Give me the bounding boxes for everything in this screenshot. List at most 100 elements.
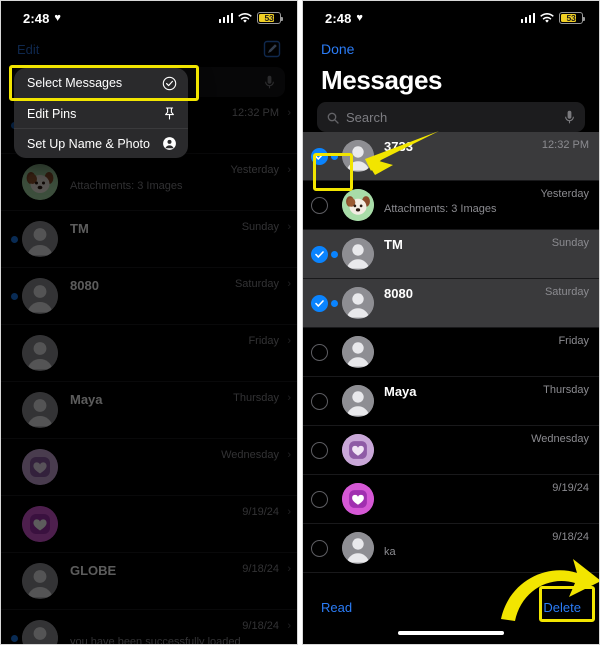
- status-bar-left-group: 2:48 ♥: [325, 11, 363, 26]
- right-nav-row: Done: [303, 35, 599, 63]
- chevron-right-icon: ›: [287, 107, 291, 119]
- left-rows-container: 12:32 PM › Attachments: 3 Images Yesterday ›…: [1, 97, 297, 644]
- row-body: ka 9/18/24: [374, 524, 599, 572]
- avatar: [342, 336, 374, 368]
- right-conversation-row[interactable]: Wednesday: [303, 426, 599, 475]
- conversation-title: 8080: [70, 278, 99, 293]
- conversation-timestamp: Wednesday: [221, 449, 279, 461]
- conversation-timestamp: 9/19/24: [242, 506, 279, 518]
- delete-button[interactable]: Delete: [543, 600, 581, 615]
- right-conversation-row[interactable]: Attachments: 3 Images Yesterday: [303, 181, 599, 230]
- left-nav-row: Edit: [1, 35, 297, 63]
- conversation-title: TM: [70, 221, 89, 236]
- conversation-timestamp: Friday: [248, 335, 279, 347]
- unread-dot: [331, 250, 338, 258]
- battery-low-power-icon: 53: [257, 12, 283, 24]
- checkbox-unchecked[interactable]: [311, 490, 328, 508]
- conversation-title: TM: [384, 237, 403, 252]
- left-conversation-row[interactable]: Attachments: 3 Images Yesterday ›: [1, 154, 297, 211]
- unread-dot: [11, 292, 18, 300]
- microphone-icon[interactable]: [264, 75, 275, 90]
- conversation-timestamp: Saturday: [234, 278, 279, 290]
- clock-time: 2:48: [325, 10, 352, 26]
- unread-dot: [331, 152, 338, 160]
- left-conversation-row[interactable]: TM Sunday ›: [1, 211, 297, 268]
- screenshot-stage: 2:48 ♥ 53 Edit 12:32 PM › Attachments: 3…: [0, 0, 600, 645]
- menu-item-edit-pins[interactable]: Edit Pins: [14, 98, 188, 128]
- right-rows-container: 3733 12:32 PM Attachments: 3 Images Yesterd…: [303, 132, 599, 573]
- unread-dot: [11, 235, 18, 243]
- left-conversation-row[interactable]: 8080 Saturday ›: [1, 268, 297, 325]
- conversation-title: 8080: [384, 286, 413, 301]
- avatar: [342, 532, 374, 564]
- avatar: [22, 620, 58, 644]
- right-conversation-row[interactable]: ka 9/18/24: [303, 524, 599, 573]
- right-conversation-row[interactable]: 3733 12:32 PM: [303, 132, 599, 181]
- chevron-right-icon: ›: [287, 335, 291, 347]
- chevron-right-icon: ›: [287, 164, 291, 176]
- avatar: [22, 164, 58, 200]
- status-bar-left: 2:48 ♥ 53: [1, 1, 297, 35]
- left-conversation-row[interactable]: you have been successfully loaded 9/18/24…: [1, 610, 297, 644]
- conversation-timestamp: 12:32 PM: [541, 139, 589, 151]
- right-conversation-row[interactable]: 9/19/24: [303, 475, 599, 524]
- conversation-title: 3733: [384, 139, 413, 154]
- row-body: Attachments: 3 Images Yesterday: [374, 181, 599, 229]
- microphone-icon[interactable]: [564, 110, 575, 125]
- conversation-title: GLOBE: [70, 563, 117, 578]
- right-conversation-row[interactable]: 8080 Saturday: [303, 279, 599, 328]
- battery-percent: 53: [264, 13, 274, 23]
- conversation-timestamp: 9/18/24: [242, 563, 279, 575]
- row-body: TM Sunday: [374, 230, 599, 278]
- left-conversation-row[interactable]: 9/19/24 ›: [1, 496, 297, 553]
- edit-button[interactable]: Edit: [17, 42, 39, 57]
- avatar: [342, 189, 374, 221]
- row-body: 9/19/24 ›: [58, 496, 297, 552]
- compose-icon[interactable]: [263, 40, 281, 58]
- conversation-timestamp: Yesterday: [230, 164, 279, 176]
- avatar: [22, 335, 58, 371]
- checkbox-checked[interactable]: [311, 147, 328, 165]
- left-conversation-row[interactable]: GLOBE 9/18/24 ›: [1, 553, 297, 610]
- checkbox-checked[interactable]: [311, 294, 328, 312]
- status-bar-right: 2:48 ♥ 53: [303, 1, 599, 35]
- left-conversation-row[interactable]: Friday ›: [1, 325, 297, 382]
- checkbox-checked[interactable]: [311, 245, 328, 263]
- wifi-icon: [540, 12, 554, 24]
- avatar: [22, 278, 58, 314]
- avatar: [342, 140, 374, 172]
- menu-item-set-up-name-photo[interactable]: Set Up Name & Photo: [14, 128, 188, 158]
- row-body: you have been successfully loaded 9/18/24…: [58, 610, 297, 644]
- row-body: GLOBE 9/18/24 ›: [58, 553, 297, 609]
- heart-icon: ♥: [356, 11, 364, 24]
- left-conversation-row[interactable]: Maya Thursday ›: [1, 382, 297, 439]
- search-bar[interactable]: Search: [317, 102, 585, 132]
- checkbox-unchecked[interactable]: [311, 539, 328, 557]
- battery-percent: 53: [566, 13, 576, 23]
- page-title: Messages: [321, 65, 443, 95]
- person-circle-icon: [162, 136, 177, 151]
- search-input[interactable]: Search: [346, 110, 557, 125]
- done-button[interactable]: Done: [321, 41, 354, 57]
- row-body: Wednesday ›: [58, 439, 297, 495]
- chevron-right-icon: ›: [287, 620, 291, 632]
- read-button[interactable]: Read: [321, 600, 352, 615]
- left-conversation-row[interactable]: Wednesday ›: [1, 439, 297, 496]
- checkbox-unchecked[interactable]: [311, 441, 328, 459]
- avatar: [342, 483, 374, 515]
- right-conversation-row[interactable]: Friday: [303, 328, 599, 377]
- checkbox-unchecked[interactable]: [311, 343, 328, 361]
- row-body: Maya Thursday: [374, 377, 599, 425]
- cellular-signal-icon: [520, 13, 535, 23]
- checkbox-unchecked[interactable]: [311, 196, 328, 214]
- right-conversation-row[interactable]: Maya Thursday: [303, 377, 599, 426]
- right-conversation-row[interactable]: TM Sunday: [303, 230, 599, 279]
- conversation-timestamp: Yesterday: [540, 188, 589, 200]
- row-body: 8080 Saturday: [374, 279, 599, 327]
- right-phone-panel: 2:48 ♥ 53 Done Messages Search 3733 12:3…: [302, 0, 600, 645]
- unread-dot: [331, 299, 338, 307]
- menu-item-select-messages[interactable]: Select Messages: [14, 68, 188, 98]
- chevron-right-icon: ›: [287, 221, 291, 233]
- checkbox-unchecked[interactable]: [311, 392, 328, 410]
- row-body: 3733 12:32 PM: [374, 132, 599, 180]
